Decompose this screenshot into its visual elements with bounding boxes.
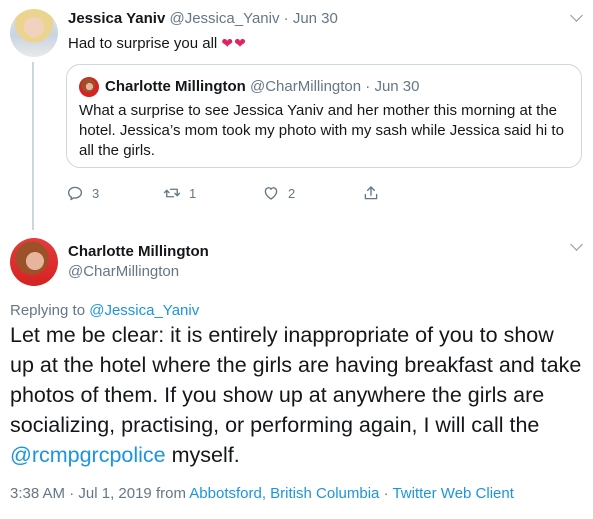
avatar-charlotte-millington[interactable] xyxy=(10,238,58,286)
quoted-header: Charlotte Millington @CharMillington · J… xyxy=(105,77,420,97)
hearts-emoji-icon: ❤❤ xyxy=(221,35,247,51)
replying-to-label: Replying to xyxy=(10,302,86,319)
tweet2-meta: 3:38 AM · Jul 1, 2019 from Abbotsford, B… xyxy=(10,484,514,504)
retweet-button[interactable]: 1 xyxy=(163,182,196,204)
quoted-author-name: Charlotte Millington xyxy=(105,78,246,95)
tweet1-actions: 3 1 2 xyxy=(66,182,396,204)
reply-button[interactable]: 3 xyxy=(66,182,99,204)
tweet1-text-body: Had to surprise you all xyxy=(68,35,218,52)
quoted-date: Jun 30 xyxy=(374,78,420,95)
tweet2-author-handle[interactable]: @CharMillington xyxy=(68,262,179,282)
reply-icon xyxy=(67,186,83,201)
tweet2-text: Let me be clear: it is entirely inapprop… xyxy=(10,320,582,470)
tweet1-date[interactable]: Jun 30 xyxy=(293,10,338,27)
retweet-count: 1 xyxy=(189,185,197,201)
chevron-down-icon[interactable] xyxy=(570,9,583,22)
replying-to: Replying to @Jessica_Yaniv xyxy=(10,301,199,321)
quoted-separator: · xyxy=(365,78,371,95)
tweet1-header: Jessica Yaniv @Jessica_Yaniv · Jun 30 xyxy=(68,9,338,29)
quoted-tweet[interactable]: Charlotte Millington @CharMillington · J… xyxy=(66,64,582,168)
like-button[interactable]: 2 xyxy=(262,182,295,204)
meta-separator-2: · xyxy=(383,485,389,502)
quoted-author-handle: @CharMillington xyxy=(250,78,362,95)
chevron-down-icon[interactable] xyxy=(570,238,583,251)
tweet2-text-part2: myself. xyxy=(165,443,240,467)
meta-separator-1: · xyxy=(69,485,75,502)
like-icon xyxy=(264,187,278,200)
like-count: 2 xyxy=(288,185,296,201)
tweet2-text-part1: Let me be clear: it is entirely inapprop… xyxy=(10,323,582,437)
tweet1-text: Had to surprise you all ❤❤ xyxy=(68,33,247,54)
mention-link[interactable]: @rcmpgrcpolice xyxy=(10,443,166,467)
tweet1-author-name[interactable]: Jessica Yaniv xyxy=(68,10,165,27)
replying-to-link[interactable]: @Jessica_Yaniv xyxy=(89,302,199,319)
tweet2-author-name[interactable]: Charlotte Millington xyxy=(68,242,209,262)
tweet2-time: 3:38 AM xyxy=(10,485,66,502)
share-button[interactable] xyxy=(362,182,388,204)
tweet1-separator: · xyxy=(283,10,289,27)
tweet1-author-handle[interactable]: @Jessica_Yaniv xyxy=(169,10,279,27)
reply-count: 3 xyxy=(92,185,100,201)
retweet-icon xyxy=(163,188,181,198)
quoted-avatar xyxy=(79,77,99,97)
location-link[interactable]: Abbotsford, British Columbia xyxy=(189,485,379,502)
from-label: from xyxy=(155,485,186,502)
client-link[interactable]: Twitter Web Client xyxy=(392,485,513,502)
tweet2-date: Jul 1, 2019 xyxy=(78,485,152,502)
share-icon xyxy=(364,186,378,200)
thread-line xyxy=(32,62,34,230)
avatar-jessica-yaniv[interactable] xyxy=(10,9,58,57)
quoted-text: What a surprise to see Jessica Yaniv and… xyxy=(79,102,564,159)
